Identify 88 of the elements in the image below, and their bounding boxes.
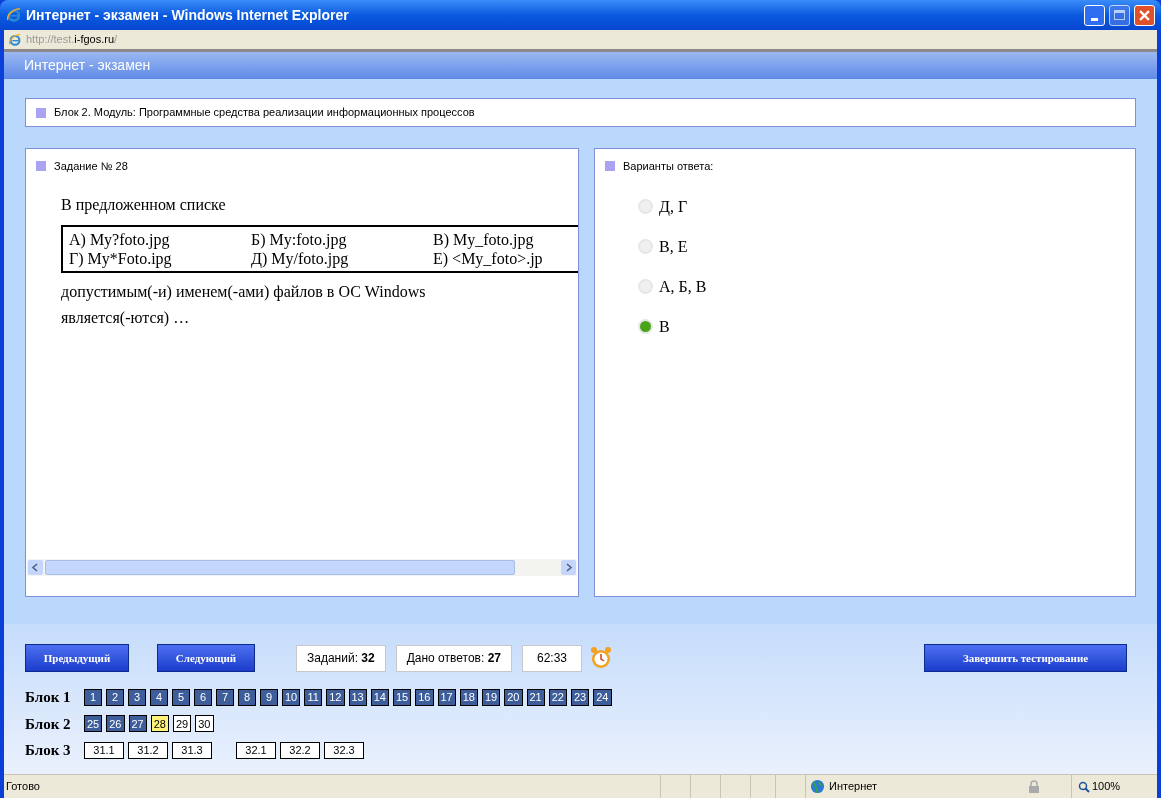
question-number-button[interactable]: 32.3 (324, 741, 364, 759)
table-cell-text: В) My_foto.jpg (433, 229, 535, 249)
question-number-button[interactable]: 29 (173, 715, 192, 733)
block-label: Блок 2 (25, 714, 72, 734)
question-number-button[interactable]: 17 (437, 688, 456, 706)
question-number-button[interactable]: 21 (526, 688, 545, 706)
question-number-button[interactable]: 22 (548, 688, 567, 706)
close-icon (1139, 9, 1150, 21)
radio-button[interactable] (638, 319, 653, 334)
question-number-button[interactable]: 24 (593, 688, 612, 706)
answered-count: Дано ответов: 27 (395, 644, 512, 672)
alarm-clock-icon (590, 646, 612, 670)
zoom-icon (1078, 780, 1090, 793)
window-title: Интернет - экзамен - Windows Internet Explorer (26, 5, 350, 25)
question-number-button[interactable]: 18 (459, 688, 478, 706)
globe-icon (810, 779, 825, 794)
question-text: является(-ются) … (61, 307, 191, 329)
table-cell-text: Г) My*Foto.ipg (69, 249, 173, 268)
lock-icon (1027, 779, 1041, 794)
square-bullet-icon (36, 107, 46, 118)
question-number-button[interactable]: 23 (571, 688, 590, 706)
square-bullet-icon (605, 161, 615, 172)
radio-button[interactable] (638, 279, 653, 294)
question-number-button[interactable]: 14 (370, 688, 389, 706)
question-number-button[interactable]: 19 (482, 688, 501, 706)
finish-test-button[interactable]: Завершить тестирование (924, 644, 1127, 672)
question-number-button[interactable]: 20 (504, 688, 523, 706)
question-number-button[interactable]: 3 (128, 688, 146, 706)
question-number-button[interactable]: 5 (172, 688, 190, 706)
question-number-button[interactable]: 10 (282, 688, 301, 706)
question-number-button[interactable]: 7 (216, 688, 234, 706)
block-label: Блок 3 (25, 741, 72, 760)
question-number-button[interactable]: 13 (348, 688, 367, 706)
status-text: Готово (5, 779, 41, 795)
tasks-count: Заданий: 32 (296, 644, 386, 672)
horizontal-scrollbar[interactable] (27, 559, 577, 576)
question-number-button[interactable]: 31.3 (172, 741, 212, 759)
question-number-button[interactable]: 31.1 (84, 741, 124, 759)
app-title: Интернет - экзамен (24, 56, 151, 75)
square-bullet-icon (36, 161, 46, 172)
answer-option[interactable]: В, Е (659, 234, 688, 259)
question-text: В предложенном списке (61, 194, 227, 216)
question-number-button[interactable]: 28 (150, 715, 169, 733)
previous-button[interactable]: Предыдущий (25, 644, 129, 672)
scroll-right-icon[interactable] (561, 560, 576, 575)
browser-logo-icon (6, 7, 22, 23)
question-number-button[interactable]: 32.2 (280, 741, 320, 759)
question-number-button[interactable]: 11 (304, 688, 323, 706)
answer-option[interactable]: А, Б, В (659, 274, 707, 299)
radio-button[interactable] (638, 239, 653, 254)
table-cell-text: А) My?foto.jpg (69, 229, 171, 249)
question-number-button[interactable]: 26 (106, 715, 125, 733)
question-number-button[interactable]: 32.1 (236, 741, 276, 759)
scroll-left-icon[interactable] (28, 560, 43, 575)
block-label: Блок 1 (25, 688, 72, 707)
question-number-button[interactable]: 2 (106, 688, 124, 706)
minimize-button[interactable] (1084, 4, 1105, 26)
close-button[interactable] (1134, 4, 1155, 26)
browser-logo-icon (8, 32, 22, 47)
answers-title: Варианты ответа: (623, 159, 714, 174)
table-cell-text: Б) My:foto.jpg (251, 229, 348, 249)
question-number-button[interactable]: 4 (150, 688, 168, 706)
question-number-button[interactable]: 9 (260, 688, 278, 706)
question-number-button[interactable]: 15 (393, 688, 412, 706)
zoom-level[interactable]: 100% (1092, 778, 1121, 795)
table-cell-text: Д) My/foto.jpg (251, 249, 350, 268)
question-number-button[interactable]: 1 (84, 688, 102, 706)
question-number-button[interactable]: 8 (238, 688, 256, 706)
question-number-button[interactable]: 12 (326, 688, 345, 706)
next-button[interactable]: Следующий (157, 644, 255, 672)
question-text: допустимым(-и) именем(-ами) файлов в ОС Windows (61, 281, 427, 303)
zone-text: Интернет (829, 779, 877, 795)
maximize-button[interactable] (1109, 4, 1130, 26)
question-number-button[interactable]: 25 (84, 715, 103, 733)
question-number-button[interactable]: 31.2 (128, 741, 168, 759)
table-cell-text: Е) <My_foto>.jp (433, 249, 544, 268)
question-number-button[interactable]: 16 (415, 688, 434, 706)
answer-option[interactable]: Д, Г (659, 194, 688, 219)
url-text: http://test.i-fgos.ru/ (26, 32, 118, 48)
question-number: Задание № 28 (54, 159, 128, 174)
block-title: Блок 2. Модуль: Программные средства реализации информационных процессов (54, 105, 475, 121)
scroll-thumb[interactable] (45, 560, 515, 575)
radio-button[interactable] (638, 199, 653, 214)
question-number-button[interactable]: 6 (194, 688, 212, 706)
answer-option[interactable]: В (659, 314, 670, 339)
question-number-button[interactable]: 30 (195, 715, 214, 733)
timer: 62:33 (522, 644, 582, 672)
question-number-button[interactable]: 27 (128, 715, 147, 733)
